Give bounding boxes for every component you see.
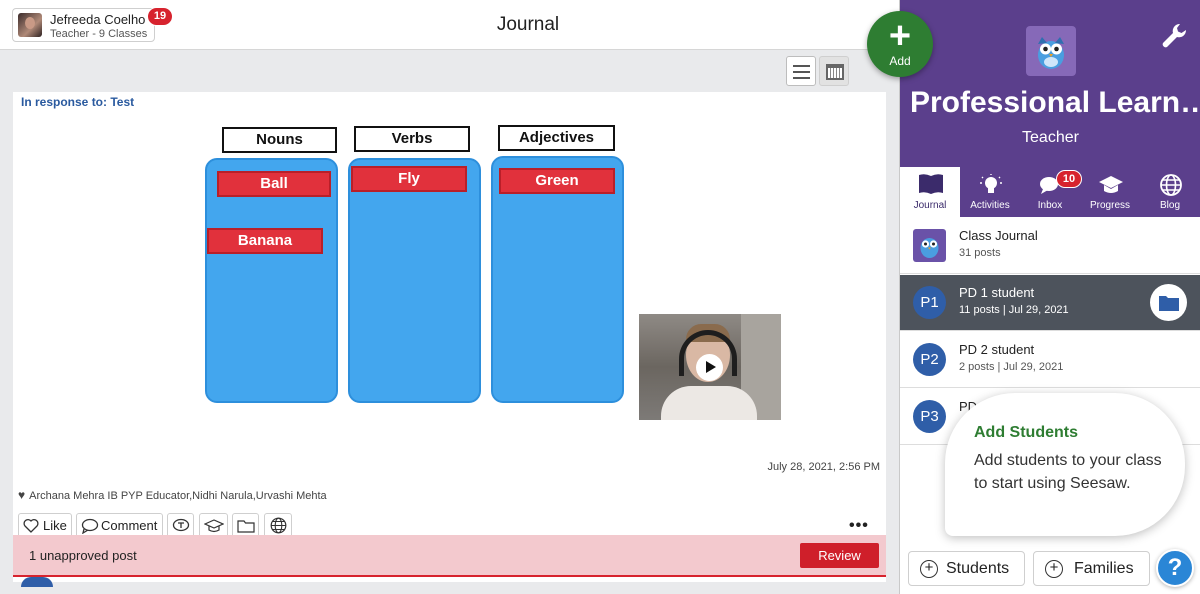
tab-blog[interactable]: Blog	[1140, 167, 1200, 217]
calendar-icon	[826, 64, 844, 80]
tab-activities[interactable]: Activities	[960, 167, 1020, 217]
inbox-badge: 10	[1056, 170, 1082, 188]
families-label: Families	[1074, 560, 1134, 577]
word-card-ball[interactable]: Ball	[217, 171, 331, 197]
review-button[interactable]: Review	[800, 543, 879, 568]
lightbulb-icon	[980, 174, 1002, 193]
calendar-view-button[interactable]	[819, 56, 849, 86]
student-avatar: P3	[913, 400, 946, 433]
translate-icon	[172, 518, 190, 532]
student-avatar: P2	[913, 343, 946, 376]
next-post-avatar	[21, 577, 53, 587]
menu-icon-line	[793, 71, 810, 73]
tab-journal[interactable]: Journal	[900, 167, 960, 217]
in-response-label: In response to: Test	[21, 95, 135, 109]
word-card-green[interactable]: Green	[499, 168, 615, 194]
list-item-pd1-student[interactable]: P1 PD 1 student 11 posts | Jul 29, 2021	[900, 275, 1200, 331]
students-label: Students	[946, 560, 1010, 577]
menu-icon	[793, 65, 810, 67]
add-students-button[interactable]: + Students	[908, 551, 1025, 586]
globe-icon	[1160, 174, 1182, 196]
graduation-cap-icon	[204, 519, 224, 533]
owl-avatar-icon	[913, 229, 946, 262]
heart-outline-icon	[23, 518, 39, 533]
owl-logo-icon	[1026, 26, 1076, 76]
class-role: Teacher	[1022, 129, 1079, 146]
class-tabs: Journal Activities 10 Inbox Progress Blo…	[900, 167, 1200, 217]
menu-icon-line	[793, 77, 810, 79]
column-header-adjectives: Adjectives	[498, 125, 615, 151]
column-header-verbs: Verbs	[354, 126, 470, 152]
item-title: PD 1 student	[959, 285, 1035, 300]
comment-label: Comment	[101, 518, 158, 533]
item-title: Class Journal	[959, 228, 1038, 243]
wrench-icon[interactable]	[1160, 22, 1188, 50]
item-subtitle: 11 posts | Jul 29, 2021	[959, 304, 1069, 316]
add-button[interactable]: + Add	[867, 11, 933, 77]
class-header: Professional Learn… Teacher	[900, 0, 1200, 167]
more-options-button[interactable]: •••	[849, 517, 869, 535]
help-button[interactable]: ?	[1156, 549, 1194, 587]
add-students-tooltip[interactable]: Add Students Add students to your class …	[945, 393, 1185, 536]
book-icon	[919, 174, 943, 194]
item-subtitle: 31 posts	[959, 247, 1001, 259]
tab-progress[interactable]: Progress	[1080, 167, 1140, 217]
item-subtitle: 2 posts | Jul 29, 2021	[959, 361, 1064, 373]
class-name: Professional Learn…	[910, 86, 1200, 119]
word-card-fly[interactable]: Fly	[351, 166, 467, 192]
student-avatar: P1	[913, 286, 946, 319]
column-box-verbs	[348, 158, 481, 403]
tooltip-body: Add students to your class to start usin…	[974, 452, 1162, 492]
unapproved-banner: 1 unapproved post Review	[13, 535, 886, 577]
list-item-class-journal[interactable]: Class Journal 31 posts	[900, 218, 1200, 274]
tab-label: Progress	[1089, 200, 1130, 211]
folder-icon	[1159, 296, 1179, 311]
folder-icon	[237, 520, 255, 533]
student-folder-button[interactable]	[1150, 284, 1187, 321]
likes-names: Archana Mehra IB PYP Educator,Nidhi Naru…	[29, 490, 327, 502]
tab-label: Activities	[970, 200, 1010, 211]
column-header-nouns: Nouns	[222, 127, 337, 153]
unapproved-text: 1 unapproved post	[29, 548, 137, 563]
post-timestamp: July 28, 2021, 2:56 PM	[767, 461, 880, 473]
globe-icon	[270, 517, 287, 534]
plus-circle-icon: +	[920, 560, 938, 578]
item-title: PD 2 student	[959, 342, 1035, 357]
play-icon[interactable]	[696, 354, 723, 381]
journal-post: In response to: Test Nouns Ball Banana V…	[13, 92, 886, 587]
list-view-button[interactable]	[786, 56, 816, 86]
tooltip-title: Add Students	[974, 424, 1078, 441]
video-person-body	[661, 386, 757, 420]
list-item-pd2-student[interactable]: P2 PD 2 student 2 posts | Jul 29, 2021	[900, 332, 1200, 388]
tab-label: Journal	[913, 200, 947, 211]
graduation-cap-icon	[1099, 176, 1123, 193]
tab-label: Inbox	[1037, 200, 1063, 211]
like-label: Like	[43, 518, 67, 533]
video-thumbnail[interactable]	[639, 314, 781, 420]
tab-label: Blog	[1159, 200, 1180, 211]
plus-icon: +	[888, 15, 912, 57]
comment-icon	[81, 518, 99, 534]
add-label: Add	[889, 54, 911, 68]
add-families-button[interactable]: + Families	[1033, 551, 1150, 586]
heart-icon: ♥	[18, 488, 26, 502]
word-card-banana[interactable]: Banana	[207, 228, 323, 254]
tab-inbox[interactable]: 10 Inbox	[1020, 167, 1082, 217]
likes-row: ♥ Archana Mehra IB PYP Educator,Nidhi Nar…	[18, 488, 327, 502]
top-bar: Jefreeda Coelho Teacher - 9 Classes 19 J…	[0, 0, 900, 50]
plus-circle-icon: +	[1045, 560, 1063, 578]
